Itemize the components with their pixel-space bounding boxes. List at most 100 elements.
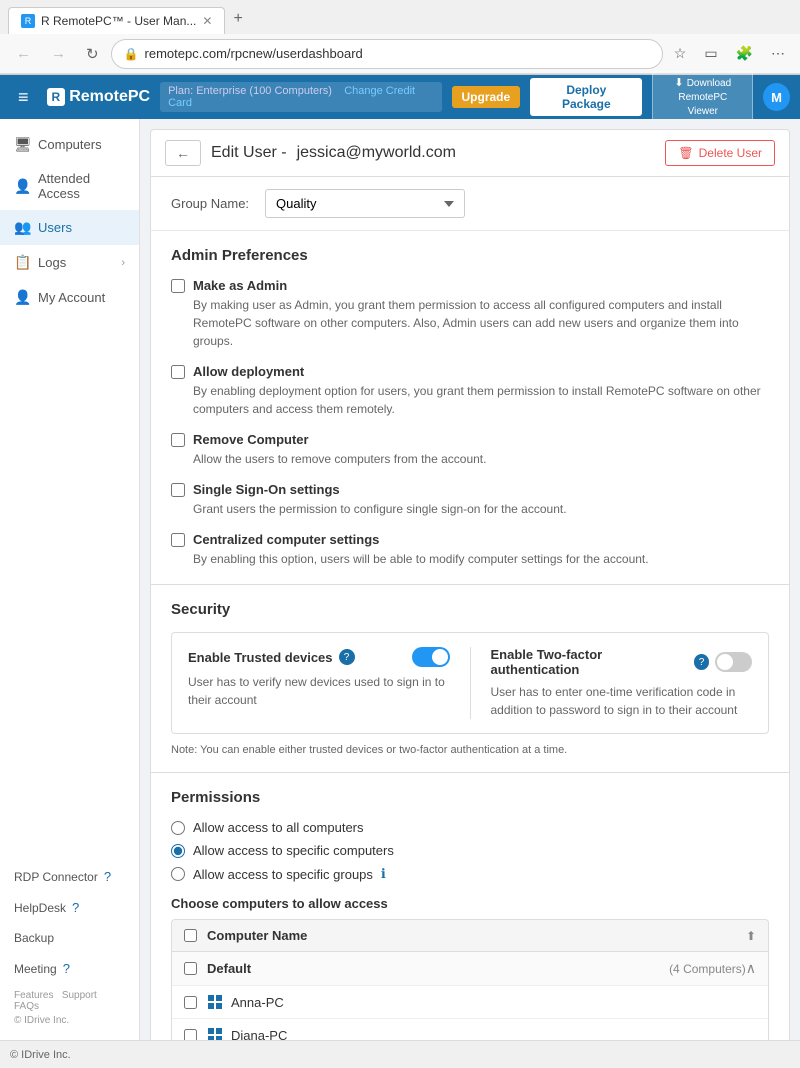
computer-group-default: Default (4 Computers) ∧ (172, 952, 768, 986)
sidebar-item-rdp[interactable]: RDP Connector ? (0, 861, 139, 892)
permission-specific-label: Allow access to specific computers (193, 843, 394, 858)
forward-nav-button[interactable]: → (43, 39, 74, 68)
edit-user-email: jessica@myworld.com (297, 144, 456, 162)
sidebar-item-logs[interactable]: 📋 Logs › (0, 245, 139, 280)
menu-dots-icon[interactable]: ⋯ (764, 40, 792, 67)
rdp-help-icon[interactable]: ? (104, 869, 111, 884)
permission-specific-computers[interactable]: Allow access to specific computers (171, 843, 769, 858)
twofactor-desc: User has to enter one-time verification … (491, 683, 753, 719)
sidebar-item-myaccount[interactable]: 👤 My Account (0, 280, 139, 315)
footer-copyright: © IDrive Inc. (14, 1015, 125, 1026)
footer-faqs[interactable]: FAQs (14, 1001, 39, 1012)
extensions-icon[interactable]: 🧩 (729, 40, 760, 67)
group-default-checkbox[interactable] (184, 962, 197, 975)
centralized-checkbox[interactable] (171, 533, 185, 547)
plan-text: Plan: Enterprise (100 Computers) (168, 85, 332, 97)
address-bar[interactable]: 🔒 remotepc.com/rpcnew/userdashboard (111, 39, 663, 69)
make-admin-checkbox[interactable] (171, 279, 185, 293)
sort-icon[interactable]: ⬆ (746, 929, 756, 943)
group-collapse-icon[interactable]: ∧ (746, 960, 756, 977)
choose-computers-title: Choose computers to allow access (171, 896, 769, 911)
tab-favicon: R (21, 14, 35, 28)
delete-user-button[interactable]: 🗑 Delete User (665, 140, 775, 166)
permission-all-label: Allow access to all computers (193, 820, 364, 835)
permission-all-radio[interactable] (171, 821, 185, 835)
sidebar-item-helpdesk[interactable]: HelpDesk ? (0, 892, 139, 923)
trusted-devices-toggle[interactable] (412, 647, 450, 667)
pref-allow-deployment-header: Allow deployment (171, 364, 769, 379)
edit-user-label: Edit User - (211, 144, 287, 162)
sidebar-item-users[interactable]: 👥 Users (0, 210, 139, 245)
back-button[interactable]: ← (165, 140, 201, 166)
logs-icon: 📋 (14, 254, 30, 271)
rdp-label: RDP Connector (14, 870, 98, 884)
lock-icon: 🔒 (124, 47, 139, 61)
refresh-nav-button[interactable]: ↻ (78, 39, 107, 69)
security-title: Security (171, 601, 769, 618)
download-viewer-button[interactable]: ⬇ DownloadRemotePC Viewer (652, 71, 753, 124)
trusted-devices-desc: User has to verify new devices used to s… (188, 673, 450, 709)
computer-diana-checkbox[interactable] (184, 1029, 197, 1041)
helpdesk-help-icon[interactable]: ? (72, 900, 79, 915)
hamburger-icon[interactable]: ≡ (10, 83, 37, 112)
permission-specific-groups[interactable]: Allow access to specific groups ℹ (171, 866, 769, 882)
sidebar-item-backup[interactable]: Backup (0, 923, 139, 953)
pref-single-signon-header: Single Sign-On settings (171, 482, 769, 497)
footer-support[interactable]: Support (62, 990, 97, 1001)
security-box: Enable Trusted devices ? User has to ver… (171, 632, 769, 734)
permission-groups-info-icon[interactable]: ℹ (381, 866, 386, 882)
permission-all-computers[interactable]: Allow access to all computers (171, 820, 769, 835)
active-tab[interactable]: R R RemotePC™ - User Man... ✕ (8, 7, 225, 34)
sidebar-toggle-icon[interactable]: ▭ (697, 40, 724, 67)
allow-deployment-checkbox[interactable] (171, 365, 185, 379)
upgrade-button[interactable]: Upgrade (452, 86, 521, 108)
make-admin-title: Make as Admin (193, 278, 287, 293)
twofactor-title: Enable Two-factor authentication (491, 647, 688, 677)
computer-diana-name: Diana-PC (231, 1028, 287, 1041)
remove-computer-checkbox[interactable] (171, 433, 185, 447)
sidebar-item-label-users: Users (38, 220, 72, 235)
sidebar-item-attended-access[interactable]: 👤 Attended Access (0, 162, 139, 210)
sidebar-item-label-account: My Account (38, 290, 105, 305)
footer-features[interactable]: Features (14, 990, 53, 1001)
trusted-help-icon[interactable]: ? (339, 649, 355, 665)
group-default-count: (4 Computers) (669, 962, 746, 976)
permission-groups-label: Allow access to specific groups (193, 867, 373, 882)
twofactor-toggle[interactable] (715, 652, 752, 672)
group-select[interactable]: Quality Default Engineering Marketing Sa… (265, 189, 465, 218)
browser-chrome: R R RemotePC™ - User Man... ✕ + ← → ↻ 🔒 … (0, 0, 800, 75)
security-inner: Enable Trusted devices ? User has to ver… (188, 647, 752, 719)
permission-specific-radio[interactable] (171, 844, 185, 858)
admin-preferences-section: Admin Preferences Make as Admin By makin… (150, 231, 790, 584)
computer-table-scroll[interactable]: Default (4 Computers) ∧ (172, 952, 768, 1040)
remove-computer-desc: Allow the users to remove computers from… (171, 450, 769, 468)
pref-allow-deployment: Allow deployment By enabling deployment … (171, 364, 769, 418)
select-all-computers-checkbox[interactable] (184, 929, 197, 942)
pref-make-admin-header: Make as Admin (171, 278, 769, 293)
computer-row-diana: Diana-PC (172, 1019, 768, 1040)
permissions-radio-group: Allow access to all computers Allow acce… (171, 820, 769, 882)
meeting-help-icon[interactable]: ? (63, 961, 70, 976)
tab-close-icon[interactable]: ✕ (202, 14, 212, 28)
sidebar-item-computers[interactable]: 🖥 Computers (0, 127, 139, 162)
deploy-package-button[interactable]: Deploy Package (530, 78, 642, 116)
permissions-section: Permissions Allow access to all computer… (150, 773, 790, 1040)
user-avatar[interactable]: M (763, 83, 790, 111)
delete-icon: 🗑 (678, 146, 693, 160)
back-nav-button[interactable]: ← (8, 39, 39, 68)
single-signon-checkbox[interactable] (171, 483, 185, 497)
computer-anna-checkbox[interactable] (184, 996, 197, 1009)
new-tab-button[interactable]: + (225, 4, 250, 34)
twofactor-help-icon[interactable]: ? (694, 654, 709, 670)
bookmark-icon[interactable]: ☆ (667, 40, 694, 67)
sidebar-item-meeting[interactable]: Meeting ? (0, 953, 139, 984)
pref-centralized: Centralized computer settings By enablin… (171, 532, 769, 568)
windows-icon-anna (207, 994, 223, 1010)
computer-row-anna: Anna-PC (172, 986, 768, 1019)
computer-anna-name: Anna-PC (231, 995, 284, 1010)
allow-deployment-desc: By enabling deployment option for users,… (171, 382, 769, 418)
permission-groups-radio[interactable] (171, 867, 185, 881)
twofactor-header: Enable Two-factor authentication ? (491, 647, 753, 677)
remove-computer-title: Remove Computer (193, 432, 309, 447)
tab-label: R RemotePC™ - User Man... (41, 14, 196, 28)
